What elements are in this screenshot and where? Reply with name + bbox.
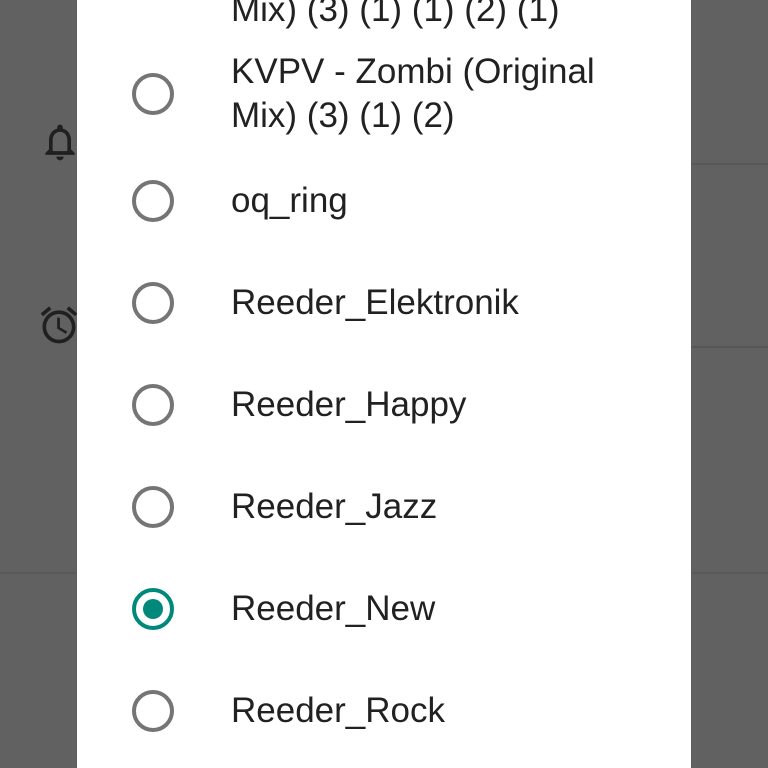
alarm-clock-icon bbox=[37, 303, 81, 347]
ringtone-picker-dialog: Mix) (3) (1) (1) (2) (1) KVPV - Zombi (O… bbox=[77, 0, 691, 768]
ringtone-option[interactable]: Reeder_Happy bbox=[77, 354, 691, 456]
ringtone-option[interactable]: KVPV - Zombi (Original Mix) (3) (1) (2) bbox=[77, 38, 691, 150]
radio-button-selected[interactable] bbox=[132, 588, 174, 630]
ringtone-label: KVPV - Zombi (Original Mix) (3) (1) (2) bbox=[231, 52, 595, 135]
ringtone-option[interactable]: Reeder_Jazz bbox=[77, 456, 691, 558]
ringtone-option[interactable]: Reeder_Rock bbox=[77, 660, 691, 762]
ringtone-label: Reeder_Happy bbox=[231, 385, 467, 424]
ringtone-option[interactable]: Reeder_Elektronik bbox=[77, 252, 691, 354]
ringtone-label: Reeder_Jazz bbox=[231, 487, 438, 526]
radio-button[interactable] bbox=[132, 180, 174, 222]
radio-button[interactable] bbox=[132, 486, 174, 528]
radio-button[interactable] bbox=[132, 73, 174, 115]
divider bbox=[690, 163, 768, 165]
ringtone-label: Reeder_New bbox=[231, 589, 436, 628]
radio-button[interactable] bbox=[132, 690, 174, 732]
screen: Mix) (3) (1) (1) (2) (1) KVPV - Zombi (O… bbox=[0, 0, 768, 768]
bell-icon bbox=[38, 120, 82, 164]
radio-button[interactable] bbox=[132, 282, 174, 324]
ringtone-list: Mix) (3) (1) (1) (2) (1) KVPV - Zombi (O… bbox=[77, 0, 691, 762]
divider bbox=[690, 346, 768, 348]
ringtone-label: Mix) (3) (1) (1) (2) (1) bbox=[231, 0, 560, 29]
ringtone-option[interactable]: Mix) (3) (1) (1) (2) (1) bbox=[77, 0, 691, 38]
ringtone-label: Reeder_Elektronik bbox=[231, 283, 519, 322]
ringtone-option[interactable]: Reeder_New bbox=[77, 558, 691, 660]
radio-button[interactable] bbox=[132, 384, 174, 426]
ringtone-label: oq_ring bbox=[231, 181, 348, 220]
ringtone-option[interactable]: oq_ring bbox=[77, 150, 691, 252]
ringtone-label: Reeder_Rock bbox=[231, 691, 445, 730]
